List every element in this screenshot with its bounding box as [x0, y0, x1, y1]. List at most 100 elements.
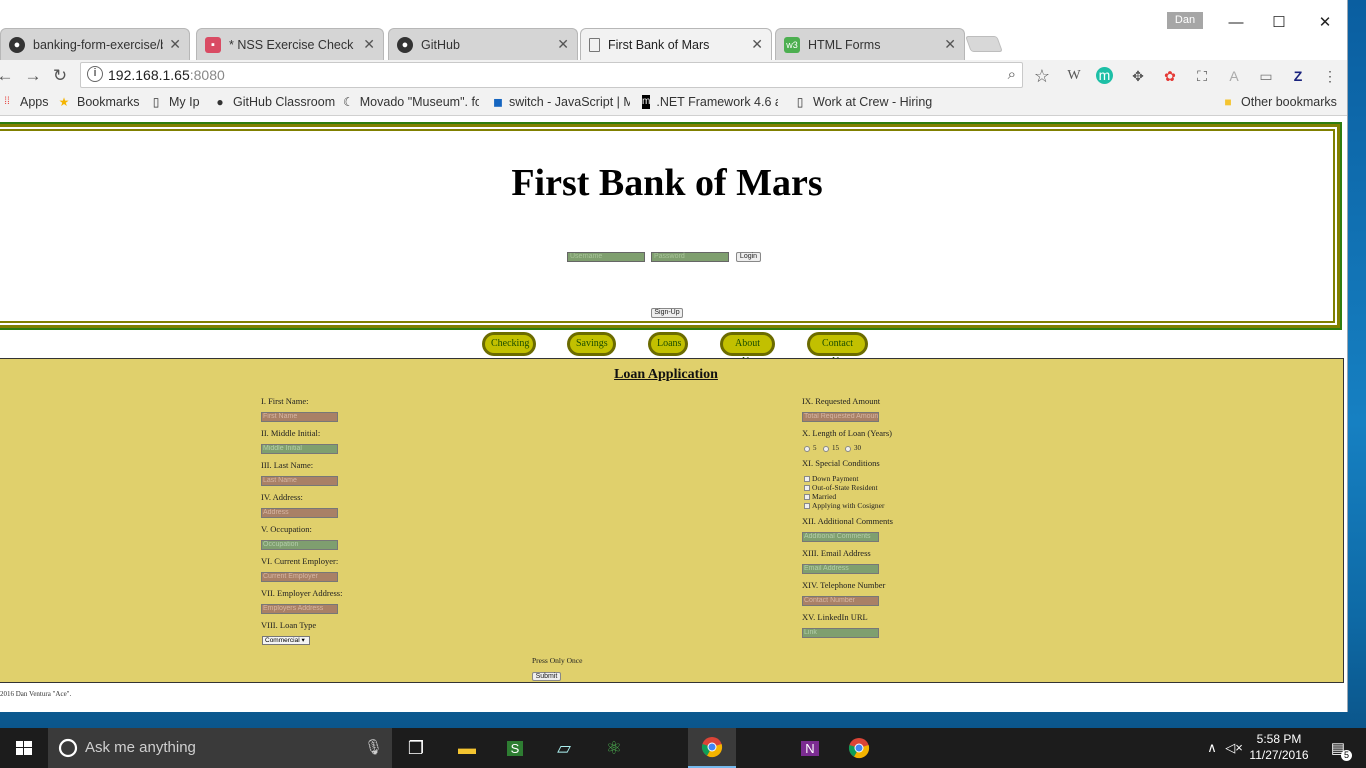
address-bar[interactable]: i 192.168.1.65:8080 ⌕	[80, 62, 1023, 88]
profile-badge[interactable]: Dan	[1167, 12, 1203, 29]
close-window-icon[interactable]: ✕	[1305, 10, 1345, 36]
condition-checkbox[interactable]	[804, 494, 810, 500]
bookmark-net-framework[interactable]: m .NET Framework 4.6 a	[642, 95, 778, 109]
address-input[interactable]: Address	[261, 508, 338, 518]
close-tab-icon[interactable]: ✕	[363, 36, 375, 53]
telephone-input[interactable]: Contact Number	[802, 596, 879, 606]
last-name-input[interactable]: Last Name	[261, 476, 338, 486]
occupation-input[interactable]: Occupation	[261, 540, 338, 550]
close-tab-icon[interactable]: ✕	[557, 36, 569, 53]
volume-icon[interactable]: ◁×	[1222, 728, 1246, 768]
menu-icon[interactable]: ⋮	[1320, 66, 1340, 86]
condition-checkbox[interactable]	[804, 476, 810, 482]
info-icon[interactable]: i	[87, 66, 103, 82]
login-button[interactable]: Login	[736, 252, 761, 262]
bookmark-work-at-crew[interactable]: ▯ Work at Crew - Hiring	[793, 95, 933, 109]
store-icon[interactable]: S	[491, 728, 539, 768]
comments-input[interactable]: Additional Comments	[802, 532, 879, 542]
nav-about-us[interactable]: About Us	[720, 332, 775, 367]
wikipedia-icon[interactable]: W	[1064, 66, 1084, 86]
page-content: First Bank of Mars Username Password Log…	[0, 117, 1347, 712]
file-explorer-icon[interactable]: ▬	[443, 728, 491, 768]
email-input[interactable]: Email Address	[802, 564, 879, 574]
cast-icon[interactable]: ▭	[1256, 66, 1276, 86]
chrome-icon	[848, 738, 870, 759]
action-center-icon[interactable]: ▤ 5	[1318, 728, 1358, 768]
forward-icon[interactable]: →	[22, 64, 44, 88]
minimize-icon[interactable]: —	[1216, 10, 1256, 36]
loan-length-radio-5[interactable]	[804, 446, 810, 452]
browser-window: ● banking-form-exercise/b ✕ ▪ * NSS Exer…	[0, 0, 1348, 712]
loan-length-radio-30[interactable]	[845, 446, 851, 452]
bookmark-movado-museum[interactable]: ☾ Movado "Museum". fo	[343, 95, 479, 109]
condition-checkbox[interactable]	[804, 485, 810, 491]
angular-icon[interactable]: A	[1224, 66, 1244, 86]
movado-icon: ☾	[343, 95, 354, 109]
bookmarks-bar: ⁞⁞ Apps ★ Bookmarks ▯ My Ip ● GitHub Classro…	[0, 92, 1347, 116]
notes-app-icon[interactable]: ▱	[540, 728, 588, 768]
back-icon[interactable]: ←	[0, 64, 16, 88]
windows-start-button[interactable]	[0, 728, 48, 768]
tab-html-forms[interactable]: w3 HTML Forms ✕	[775, 28, 965, 60]
submit-button[interactable]: Submit	[532, 672, 561, 681]
tab-first-bank-of-mars[interactable]: First Bank of Mars ✕	[580, 28, 772, 60]
task-view-icon[interactable]: ❐	[392, 728, 440, 768]
github-icon: ●	[9, 36, 25, 53]
footer-copyright: 2016 Dan Ventura "Ace".	[0, 690, 72, 698]
zoom-icon[interactable]: ⌕	[1008, 66, 1016, 83]
condition-label: Out-of-State Resident	[812, 483, 878, 492]
screen-capture-icon[interactable]: ⛶	[1192, 66, 1212, 86]
condition-checkbox[interactable]	[804, 503, 810, 509]
bookmark-github-classroom[interactable]: ● GitHub Classroom	[213, 95, 335, 109]
loan-type-select[interactable]: Commercial ▾	[262, 636, 310, 645]
chevron-up-icon[interactable]: ∧	[1200, 728, 1224, 768]
current-employer-input[interactable]: Current Employer	[261, 572, 338, 582]
onenote-icon[interactable]: N	[786, 728, 834, 768]
atom-icon[interactable]: ⚛	[590, 728, 638, 768]
tab-banking-form-exercise[interactable]: ● banking-form-exercise/b ✕	[0, 28, 190, 60]
bookmark-apps[interactable]: ⁞⁞ Apps	[0, 95, 48, 109]
reload-icon[interactable]: ↻	[49, 64, 71, 88]
occupation-label: V. Occupation:	[261, 524, 312, 534]
email-label: XIII. Email Address	[802, 548, 871, 558]
bookmark-other[interactable]: ■ Other bookmarks	[1221, 95, 1337, 109]
new-tab-button[interactable]	[965, 36, 1003, 52]
z-extension-icon[interactable]: Z	[1288, 66, 1308, 86]
tab-label: * NSS Exercise Check She	[229, 37, 357, 52]
close-tab-icon[interactable]: ✕	[751, 36, 763, 53]
windows-icon	[16, 741, 32, 755]
username-input[interactable]: Username	[567, 252, 645, 262]
tab-nss-exercise[interactable]: ▪ * NSS Exercise Check She ✕	[196, 28, 384, 60]
first-name-input[interactable]: First Name	[261, 412, 338, 422]
loan-length-radio-15[interactable]	[823, 446, 829, 452]
nav-savings[interactable]: Savings	[567, 332, 616, 356]
chrome-taskbar-icon[interactable]	[688, 728, 736, 768]
nav-loans[interactable]: Loans	[648, 332, 688, 356]
nav-checking[interactable]: Checking	[482, 332, 536, 356]
m-extension-icon[interactable]: m	[1096, 67, 1113, 84]
password-input[interactable]: Password	[651, 252, 729, 262]
close-tab-icon[interactable]: ✕	[944, 36, 956, 53]
maximize-icon[interactable]: ☐	[1259, 10, 1299, 36]
bookmark-switch-javascript[interactable]: ◼ switch - JavaScript | M	[493, 95, 630, 109]
bookmark-bookmarks[interactable]: ★ Bookmarks	[57, 95, 140, 109]
system-clock[interactable]: 5:58 PM 11/27/2016	[1246, 731, 1312, 763]
nav-contact-us[interactable]: Contact Us	[807, 332, 868, 367]
bookmark-my-ip[interactable]: ▯ My Ip	[149, 95, 200, 109]
linkedin-input[interactable]: Link	[802, 628, 879, 638]
cortana-search-box[interactable]: Ask me anything 🎙	[48, 728, 392, 768]
requested-amount-input[interactable]: Total Requested Amount	[802, 412, 879, 422]
middle-initial-label: II. Middle Initial:	[261, 428, 321, 438]
apps-grid-icon: ⁞⁞	[4, 96, 10, 107]
star-icon: ★	[58, 95, 70, 109]
microphone-icon[interactable]: 🎙	[364, 738, 383, 756]
employer-address-input[interactable]: Employers Address	[261, 604, 338, 614]
star-icon[interactable]: ☆	[1032, 66, 1052, 86]
color-wheel-icon[interactable]: ✿	[1160, 66, 1180, 86]
close-tab-icon[interactable]: ✕	[169, 36, 181, 53]
puzzle-icon[interactable]: ✥	[1128, 66, 1148, 86]
middle-initial-input[interactable]: Middle Initial	[261, 444, 338, 454]
tab-github[interactable]: ● GitHub ✕	[388, 28, 578, 60]
signup-button[interactable]: Sign-Up	[651, 308, 683, 318]
chrome-second-icon[interactable]	[835, 728, 883, 768]
